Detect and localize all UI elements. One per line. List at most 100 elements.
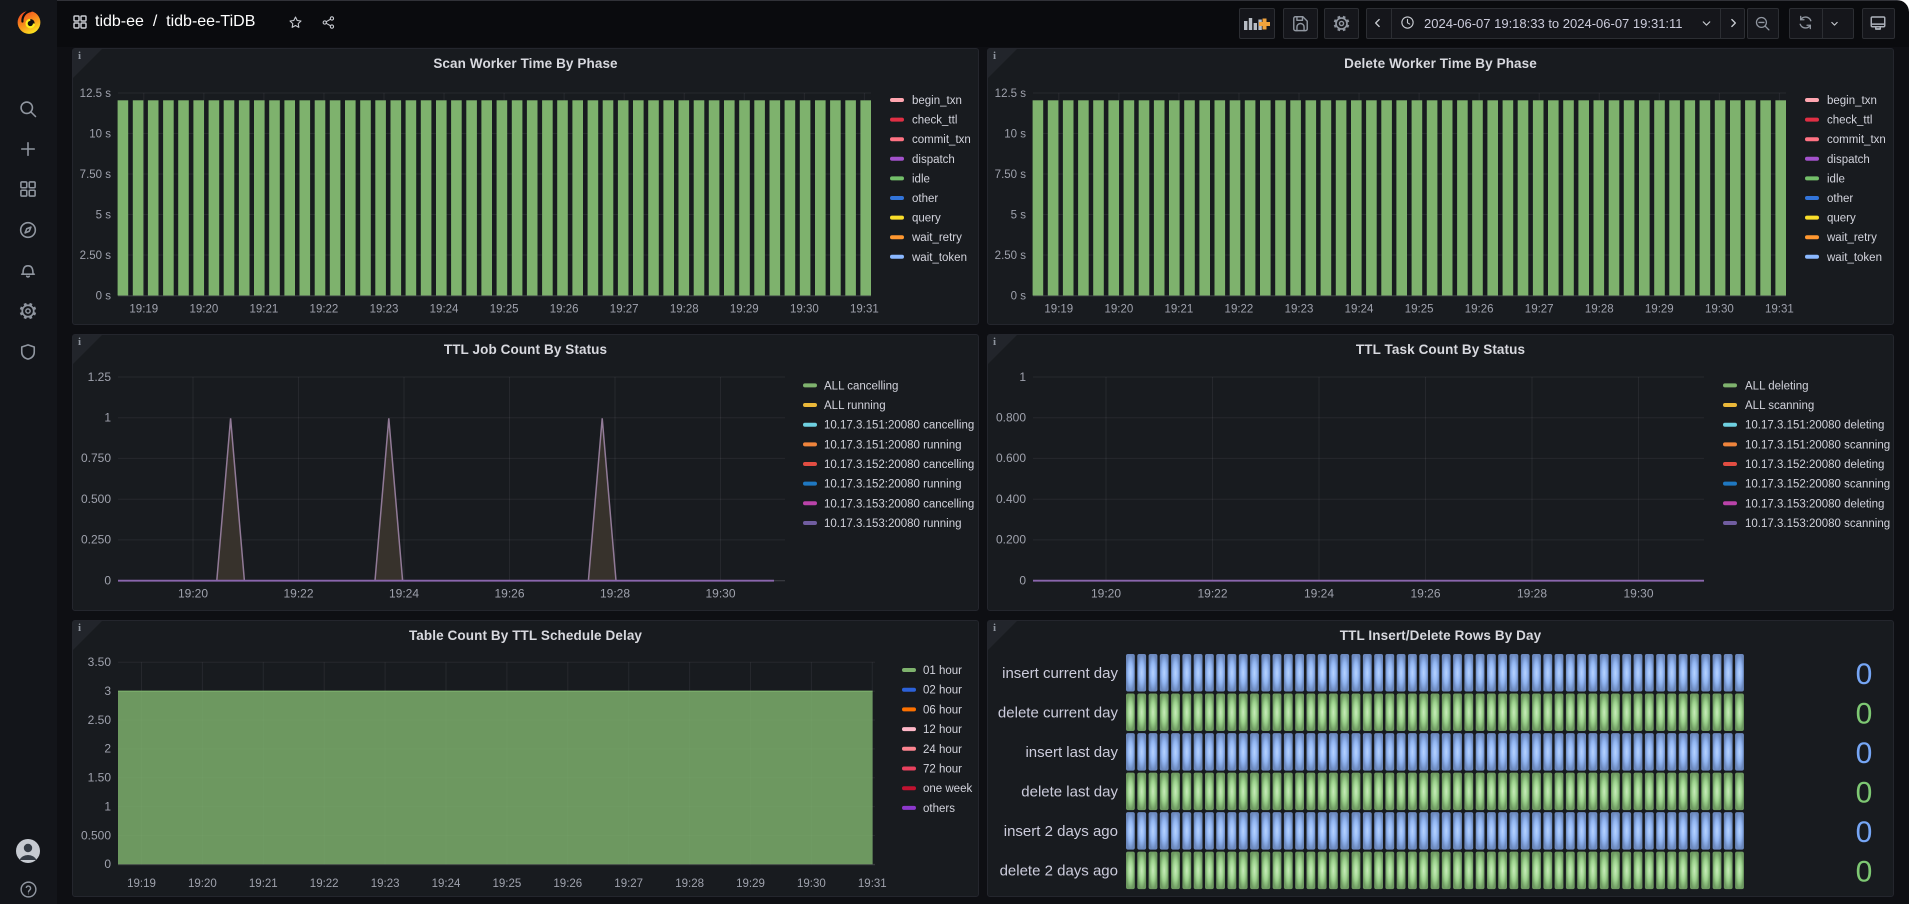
svg-text:19:23: 19:23 xyxy=(370,304,399,316)
svg-text:19:28: 19:28 xyxy=(600,587,630,601)
svg-text:19:22: 19:22 xyxy=(310,878,339,890)
svg-text:19:31: 19:31 xyxy=(850,304,879,316)
svg-text:19:29: 19:29 xyxy=(1645,304,1674,316)
svg-text:19:30: 19:30 xyxy=(1705,304,1734,316)
svg-text:commit_txn: commit_txn xyxy=(912,134,971,146)
svg-text:begin_txn: begin_txn xyxy=(912,95,962,107)
svg-text:19:31: 19:31 xyxy=(858,878,887,890)
svg-text:begin_txn: begin_txn xyxy=(1827,95,1877,107)
svg-text:19:23: 19:23 xyxy=(371,878,400,890)
svg-text:10.17.3.153:20080 scanning: 10.17.3.153:20080 scanning xyxy=(1745,518,1890,530)
svg-text:2.50 s: 2.50 s xyxy=(80,250,112,262)
svg-text:wait_retry: wait_retry xyxy=(1826,232,1877,244)
svg-text:wait_token: wait_token xyxy=(911,252,967,264)
svg-text:10.17.3.153:20080 cancelling: 10.17.3.153:20080 cancelling xyxy=(824,498,974,510)
svg-text:19:23: 19:23 xyxy=(1285,304,1314,316)
svg-text:19:25: 19:25 xyxy=(493,878,522,890)
svg-text:7.50 s: 7.50 s xyxy=(80,169,112,181)
svg-text:10.17.3.152:20080 scanning: 10.17.3.152:20080 scanning xyxy=(1745,479,1890,491)
svg-text:one week: one week xyxy=(923,783,972,795)
svg-text:delete current day: delete current day xyxy=(998,704,1119,721)
svg-text:19:26: 19:26 xyxy=(1410,587,1440,601)
svg-text:0 s: 0 s xyxy=(96,290,112,302)
svg-text:0: 0 xyxy=(1856,737,1873,770)
svg-text:19:30: 19:30 xyxy=(797,878,826,890)
svg-text:5 s: 5 s xyxy=(96,209,112,221)
svg-text:ALL cancelling: ALL cancelling xyxy=(824,380,898,392)
svg-text:ALL scanning: ALL scanning xyxy=(1745,400,1814,412)
svg-text:19:24: 19:24 xyxy=(1304,587,1334,601)
svg-text:idle: idle xyxy=(1827,173,1845,185)
svg-text:delete last day: delete last day xyxy=(1021,783,1118,800)
svg-text:19:28: 19:28 xyxy=(675,878,704,890)
svg-text:02 hour: 02 hour xyxy=(923,685,962,697)
svg-text:19:30: 19:30 xyxy=(1623,587,1653,601)
svg-text:19:21: 19:21 xyxy=(249,878,278,890)
svg-text:10 s: 10 s xyxy=(1004,128,1026,140)
svg-text:2: 2 xyxy=(104,742,111,756)
svg-text:19:22: 19:22 xyxy=(1197,587,1227,601)
svg-text:other: other xyxy=(912,193,938,205)
svg-text:12.5 s: 12.5 s xyxy=(80,88,112,100)
svg-text:insert 2 days ago: insert 2 days ago xyxy=(1004,823,1118,840)
svg-text:others: others xyxy=(923,803,955,815)
svg-text:query: query xyxy=(1827,213,1856,225)
svg-text:3.50: 3.50 xyxy=(88,655,112,669)
svg-text:insert last day: insert last day xyxy=(1025,744,1118,761)
svg-text:10.17.3.152:20080 running: 10.17.3.152:20080 running xyxy=(824,479,961,491)
svg-text:0: 0 xyxy=(1856,658,1873,691)
svg-text:dispatch: dispatch xyxy=(912,154,955,166)
svg-text:1: 1 xyxy=(104,411,111,425)
svg-text:19:24: 19:24 xyxy=(1345,304,1374,316)
svg-text:19:22: 19:22 xyxy=(310,304,339,316)
svg-text:24 hour: 24 hour xyxy=(923,744,962,756)
svg-text:idle: idle xyxy=(912,173,930,185)
svg-text:19:28: 19:28 xyxy=(670,304,699,316)
svg-text:19:28: 19:28 xyxy=(1585,304,1614,316)
svg-text:ALL deleting: ALL deleting xyxy=(1745,380,1809,392)
svg-text:19:22: 19:22 xyxy=(1225,304,1254,316)
svg-text:1.25: 1.25 xyxy=(88,370,112,384)
svg-text:19:26: 19:26 xyxy=(1465,304,1494,316)
svg-text:10.17.3.152:20080 deleting: 10.17.3.152:20080 deleting xyxy=(1745,459,1884,471)
svg-text:10.17.3.153:20080 deleting: 10.17.3.153:20080 deleting xyxy=(1745,498,1884,510)
svg-text:query: query xyxy=(912,213,941,225)
svg-text:0 s: 0 s xyxy=(1011,290,1027,302)
svg-text:19:19: 19:19 xyxy=(127,878,156,890)
svg-text:0.600: 0.600 xyxy=(996,451,1026,465)
svg-text:19:26: 19:26 xyxy=(553,878,582,890)
svg-text:19:24: 19:24 xyxy=(432,878,461,890)
svg-text:19:27: 19:27 xyxy=(614,878,643,890)
svg-text:0: 0 xyxy=(1856,855,1873,888)
svg-text:2.50: 2.50 xyxy=(88,713,112,727)
svg-text:19:21: 19:21 xyxy=(250,304,279,316)
svg-text:0: 0 xyxy=(104,857,111,871)
svg-text:0.800: 0.800 xyxy=(996,411,1026,425)
svg-text:0: 0 xyxy=(104,574,111,588)
svg-text:7.50 s: 7.50 s xyxy=(995,169,1027,181)
svg-text:19:22: 19:22 xyxy=(283,587,313,601)
svg-text:19:31: 19:31 xyxy=(1765,304,1794,316)
svg-text:1: 1 xyxy=(1019,370,1026,384)
svg-text:19:20: 19:20 xyxy=(188,878,217,890)
svg-text:0: 0 xyxy=(1856,697,1873,730)
svg-text:0.400: 0.400 xyxy=(996,492,1026,506)
svg-text:1.50: 1.50 xyxy=(88,771,112,785)
svg-text:10.17.3.151:20080 deleting: 10.17.3.151:20080 deleting xyxy=(1745,420,1884,432)
svg-text:commit_txn: commit_txn xyxy=(1827,134,1886,146)
svg-text:19:20: 19:20 xyxy=(1091,587,1121,601)
svg-text:0.200: 0.200 xyxy=(996,533,1026,547)
svg-text:10.17.3.151:20080 cancelling: 10.17.3.151:20080 cancelling xyxy=(824,420,974,432)
svg-text:19:30: 19:30 xyxy=(705,587,735,601)
svg-text:3: 3 xyxy=(104,684,111,698)
svg-text:06 hour: 06 hour xyxy=(923,704,962,716)
svg-text:check_ttl: check_ttl xyxy=(1827,115,1872,127)
svg-text:19:20: 19:20 xyxy=(178,587,208,601)
svg-text:72 hour: 72 hour xyxy=(923,764,962,776)
svg-text:0.750: 0.750 xyxy=(81,451,111,465)
svg-text:19:25: 19:25 xyxy=(490,304,519,316)
svg-text:19:27: 19:27 xyxy=(610,304,639,316)
svg-text:insert current day: insert current day xyxy=(1002,665,1118,682)
svg-text:19:24: 19:24 xyxy=(389,587,419,601)
svg-text:12.5 s: 12.5 s xyxy=(995,88,1027,100)
